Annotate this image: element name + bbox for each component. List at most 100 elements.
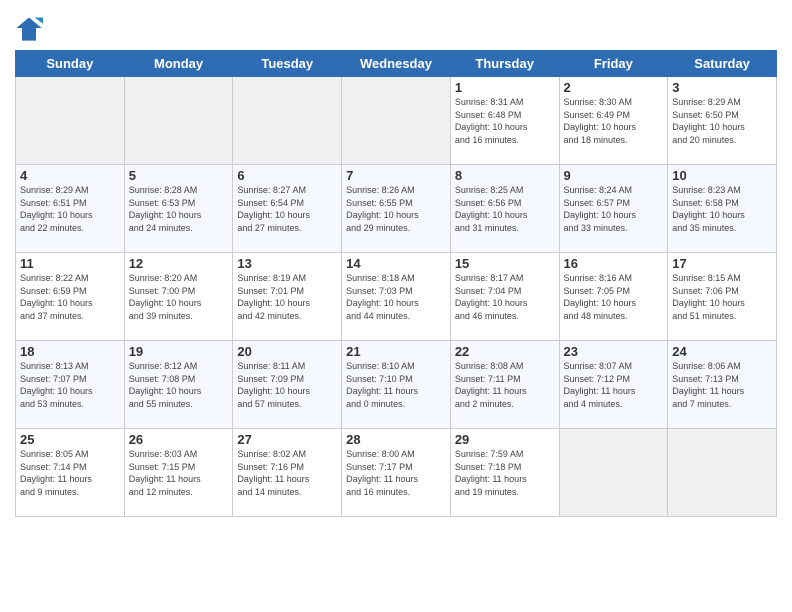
day-number: 11 <box>20 256 120 271</box>
day-cell: 6Sunrise: 8:27 AM Sunset: 6:54 PM Daylig… <box>233 165 342 253</box>
day-cell: 22Sunrise: 8:08 AM Sunset: 7:11 PM Dayli… <box>450 341 559 429</box>
day-info-text: Sunrise: 8:17 AM Sunset: 7:04 PM Dayligh… <box>455 272 555 322</box>
day-number: 10 <box>672 168 772 183</box>
day-cell: 21Sunrise: 8:10 AM Sunset: 7:10 PM Dayli… <box>342 341 451 429</box>
day-info-text: Sunrise: 8:30 AM Sunset: 6:49 PM Dayligh… <box>564 96 664 146</box>
day-info-text: Sunrise: 8:02 AM Sunset: 7:16 PM Dayligh… <box>237 448 337 498</box>
logo-icon <box>15 14 43 42</box>
day-number: 21 <box>346 344 446 359</box>
day-number: 23 <box>564 344 664 359</box>
header-saturday: Saturday <box>668 51 777 77</box>
day-number: 13 <box>237 256 337 271</box>
day-number: 28 <box>346 432 446 447</box>
day-number: 24 <box>672 344 772 359</box>
header-tuesday: Tuesday <box>233 51 342 77</box>
day-cell <box>668 429 777 517</box>
day-cell: 16Sunrise: 8:16 AM Sunset: 7:05 PM Dayli… <box>559 253 668 341</box>
day-cell: 8Sunrise: 8:25 AM Sunset: 6:56 PM Daylig… <box>450 165 559 253</box>
day-info-text: Sunrise: 7:59 AM Sunset: 7:18 PM Dayligh… <box>455 448 555 498</box>
day-info-text: Sunrise: 8:24 AM Sunset: 6:57 PM Dayligh… <box>564 184 664 234</box>
day-cell: 1Sunrise: 8:31 AM Sunset: 6:48 PM Daylig… <box>450 77 559 165</box>
week-row-4: 18Sunrise: 8:13 AM Sunset: 7:07 PM Dayli… <box>16 341 777 429</box>
header-monday: Monday <box>124 51 233 77</box>
day-info-text: Sunrise: 8:12 AM Sunset: 7:08 PM Dayligh… <box>129 360 229 410</box>
day-cell: 14Sunrise: 8:18 AM Sunset: 7:03 PM Dayli… <box>342 253 451 341</box>
day-cell: 3Sunrise: 8:29 AM Sunset: 6:50 PM Daylig… <box>668 77 777 165</box>
day-cell: 20Sunrise: 8:11 AM Sunset: 7:09 PM Dayli… <box>233 341 342 429</box>
day-info-text: Sunrise: 8:10 AM Sunset: 7:10 PM Dayligh… <box>346 360 446 410</box>
day-header-row: Sunday Monday Tuesday Wednesday Thursday… <box>16 51 777 77</box>
day-cell: 9Sunrise: 8:24 AM Sunset: 6:57 PM Daylig… <box>559 165 668 253</box>
day-cell: 2Sunrise: 8:30 AM Sunset: 6:49 PM Daylig… <box>559 77 668 165</box>
day-number: 3 <box>672 80 772 95</box>
day-info-text: Sunrise: 8:15 AM Sunset: 7:06 PM Dayligh… <box>672 272 772 322</box>
day-number: 27 <box>237 432 337 447</box>
week-row-1: 1Sunrise: 8:31 AM Sunset: 6:48 PM Daylig… <box>16 77 777 165</box>
day-number: 29 <box>455 432 555 447</box>
day-info-text: Sunrise: 8:28 AM Sunset: 6:53 PM Dayligh… <box>129 184 229 234</box>
day-info-text: Sunrise: 8:31 AM Sunset: 6:48 PM Dayligh… <box>455 96 555 146</box>
day-info-text: Sunrise: 8:06 AM Sunset: 7:13 PM Dayligh… <box>672 360 772 410</box>
header-friday: Friday <box>559 51 668 77</box>
day-cell: 18Sunrise: 8:13 AM Sunset: 7:07 PM Dayli… <box>16 341 125 429</box>
day-cell: 24Sunrise: 8:06 AM Sunset: 7:13 PM Dayli… <box>668 341 777 429</box>
day-info-text: Sunrise: 8:11 AM Sunset: 7:09 PM Dayligh… <box>237 360 337 410</box>
day-cell: 27Sunrise: 8:02 AM Sunset: 7:16 PM Dayli… <box>233 429 342 517</box>
day-info-text: Sunrise: 8:19 AM Sunset: 7:01 PM Dayligh… <box>237 272 337 322</box>
day-cell: 5Sunrise: 8:28 AM Sunset: 6:53 PM Daylig… <box>124 165 233 253</box>
day-cell: 12Sunrise: 8:20 AM Sunset: 7:00 PM Dayli… <box>124 253 233 341</box>
calendar-page: Sunday Monday Tuesday Wednesday Thursday… <box>0 0 792 612</box>
day-info-text: Sunrise: 8:22 AM Sunset: 6:59 PM Dayligh… <box>20 272 120 322</box>
day-info-text: Sunrise: 8:29 AM Sunset: 6:51 PM Dayligh… <box>20 184 120 234</box>
day-cell: 25Sunrise: 8:05 AM Sunset: 7:14 PM Dayli… <box>16 429 125 517</box>
day-number: 6 <box>237 168 337 183</box>
header-wednesday: Wednesday <box>342 51 451 77</box>
day-cell: 15Sunrise: 8:17 AM Sunset: 7:04 PM Dayli… <box>450 253 559 341</box>
day-info-text: Sunrise: 8:29 AM Sunset: 6:50 PM Dayligh… <box>672 96 772 146</box>
day-cell: 4Sunrise: 8:29 AM Sunset: 6:51 PM Daylig… <box>16 165 125 253</box>
day-info-text: Sunrise: 8:26 AM Sunset: 6:55 PM Dayligh… <box>346 184 446 234</box>
header-sunday: Sunday <box>16 51 125 77</box>
day-number: 4 <box>20 168 120 183</box>
day-info-text: Sunrise: 8:23 AM Sunset: 6:58 PM Dayligh… <box>672 184 772 234</box>
day-info-text: Sunrise: 8:08 AM Sunset: 7:11 PM Dayligh… <box>455 360 555 410</box>
day-number: 26 <box>129 432 229 447</box>
day-cell <box>233 77 342 165</box>
day-info-text: Sunrise: 8:18 AM Sunset: 7:03 PM Dayligh… <box>346 272 446 322</box>
week-row-3: 11Sunrise: 8:22 AM Sunset: 6:59 PM Dayli… <box>16 253 777 341</box>
day-info-text: Sunrise: 8:07 AM Sunset: 7:12 PM Dayligh… <box>564 360 664 410</box>
calendar-table: Sunday Monday Tuesday Wednesday Thursday… <box>15 50 777 517</box>
day-number: 2 <box>564 80 664 95</box>
week-row-5: 25Sunrise: 8:05 AM Sunset: 7:14 PM Dayli… <box>16 429 777 517</box>
week-row-2: 4Sunrise: 8:29 AM Sunset: 6:51 PM Daylig… <box>16 165 777 253</box>
logo <box>15 14 45 42</box>
day-info-text: Sunrise: 8:20 AM Sunset: 7:00 PM Dayligh… <box>129 272 229 322</box>
day-cell <box>16 77 125 165</box>
day-number: 18 <box>20 344 120 359</box>
day-cell: 19Sunrise: 8:12 AM Sunset: 7:08 PM Dayli… <box>124 341 233 429</box>
day-number: 25 <box>20 432 120 447</box>
day-info-text: Sunrise: 8:25 AM Sunset: 6:56 PM Dayligh… <box>455 184 555 234</box>
day-cell: 17Sunrise: 8:15 AM Sunset: 7:06 PM Dayli… <box>668 253 777 341</box>
day-info-text: Sunrise: 8:05 AM Sunset: 7:14 PM Dayligh… <box>20 448 120 498</box>
day-info-text: Sunrise: 8:13 AM Sunset: 7:07 PM Dayligh… <box>20 360 120 410</box>
day-cell: 26Sunrise: 8:03 AM Sunset: 7:15 PM Dayli… <box>124 429 233 517</box>
header-thursday: Thursday <box>450 51 559 77</box>
day-number: 17 <box>672 256 772 271</box>
header <box>15 10 777 42</box>
day-number: 16 <box>564 256 664 271</box>
day-cell: 13Sunrise: 8:19 AM Sunset: 7:01 PM Dayli… <box>233 253 342 341</box>
day-cell <box>342 77 451 165</box>
day-info-text: Sunrise: 8:27 AM Sunset: 6:54 PM Dayligh… <box>237 184 337 234</box>
day-cell: 23Sunrise: 8:07 AM Sunset: 7:12 PM Dayli… <box>559 341 668 429</box>
day-cell <box>559 429 668 517</box>
day-number: 15 <box>455 256 555 271</box>
day-number: 8 <box>455 168 555 183</box>
day-cell: 29Sunrise: 7:59 AM Sunset: 7:18 PM Dayli… <box>450 429 559 517</box>
day-cell: 7Sunrise: 8:26 AM Sunset: 6:55 PM Daylig… <box>342 165 451 253</box>
day-info-text: Sunrise: 8:03 AM Sunset: 7:15 PM Dayligh… <box>129 448 229 498</box>
day-info-text: Sunrise: 8:00 AM Sunset: 7:17 PM Dayligh… <box>346 448 446 498</box>
day-info-text: Sunrise: 8:16 AM Sunset: 7:05 PM Dayligh… <box>564 272 664 322</box>
day-number: 12 <box>129 256 229 271</box>
day-number: 1 <box>455 80 555 95</box>
